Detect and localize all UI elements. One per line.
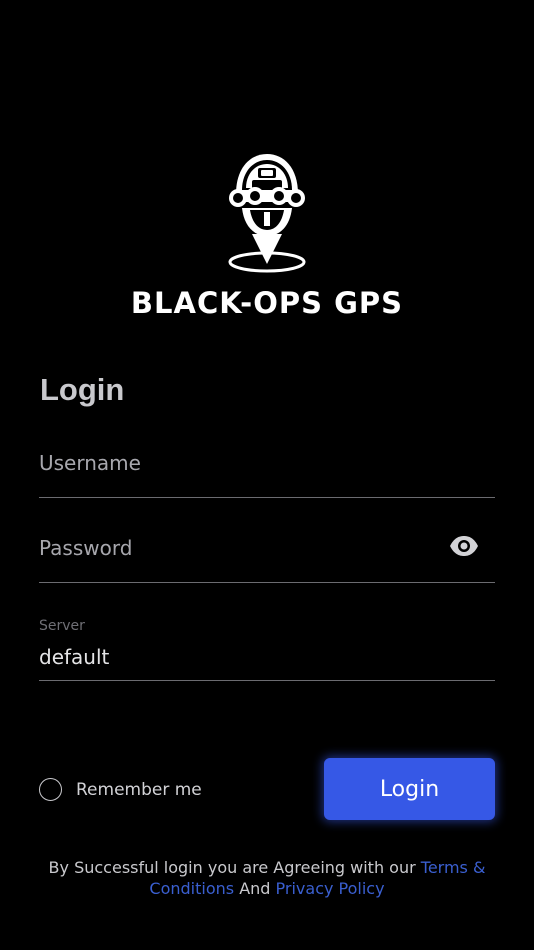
- eye-icon[interactable]: [449, 535, 479, 557]
- login-heading: Login: [40, 372, 125, 407]
- login-button[interactable]: Login: [324, 758, 495, 820]
- server-label: Server: [39, 618, 85, 634]
- helmet-pin-logo-icon: [228, 154, 306, 273]
- server-field: Server: [39, 612, 495, 681]
- remember-me-label: Remember me: [76, 779, 202, 800]
- password-input[interactable]: [39, 533, 439, 563]
- terms-notice-joiner: And: [234, 879, 276, 898]
- terms-notice: By Successful login you are Agreeing wit…: [40, 857, 494, 899]
- brand-name: BLACK-OPS GPS: [130, 286, 404, 320]
- login-screen: BLACK-OPS GPS Login Server Remember me L…: [0, 0, 534, 950]
- remember-me-toggle[interactable]: Remember me: [39, 776, 202, 803]
- privacy-policy-link[interactable]: Privacy Policy: [276, 879, 385, 898]
- username-field: [39, 440, 495, 498]
- terms-notice-prefix: By Successful login you are Agreeing wit…: [48, 858, 421, 877]
- server-input[interactable]: [39, 642, 439, 672]
- username-input[interactable]: [39, 448, 439, 478]
- password-field: [39, 525, 495, 583]
- remember-me-checkbox[interactable]: [39, 778, 62, 801]
